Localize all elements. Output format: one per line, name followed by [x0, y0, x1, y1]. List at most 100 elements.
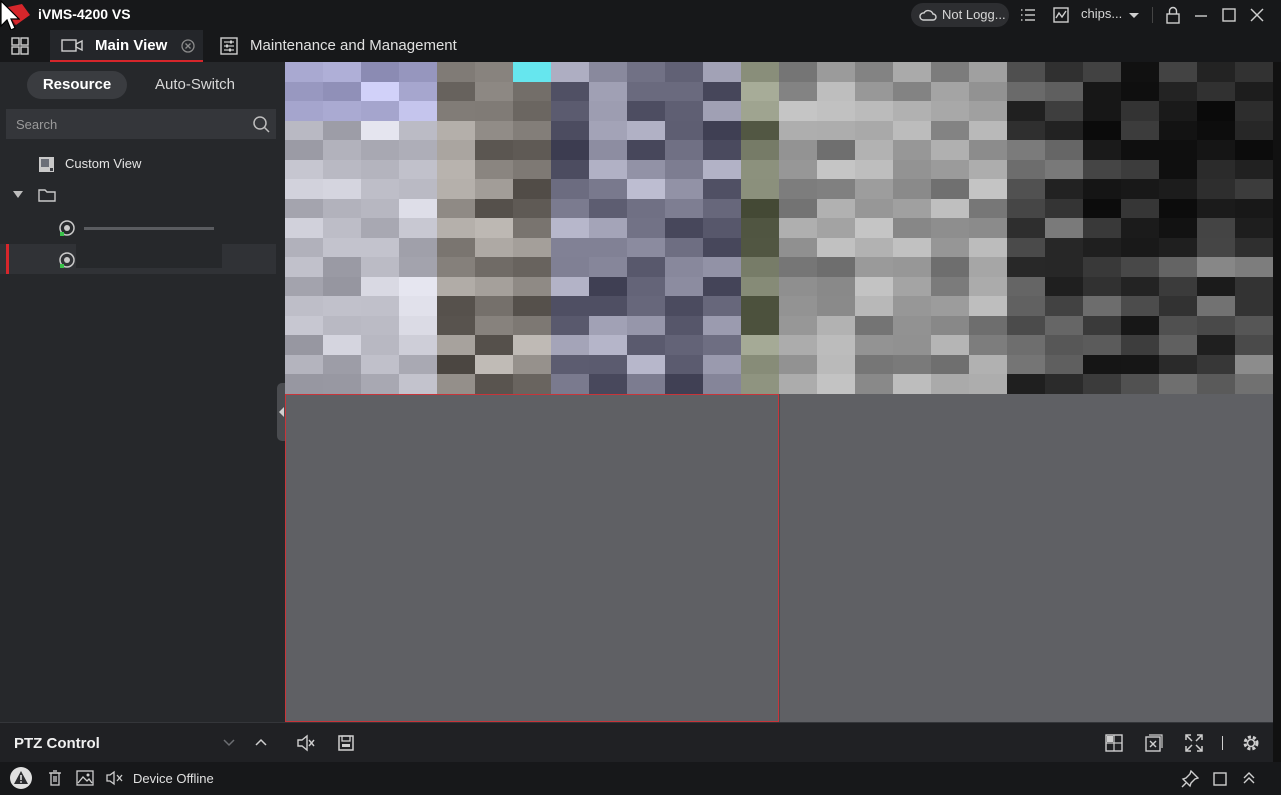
tree-item-custom-view[interactable]: Custom View	[0, 149, 276, 179]
video-mosaic-block	[589, 374, 627, 394]
double-chevron-up-icon[interactable]	[1241, 770, 1257, 786]
video-mosaic-block	[513, 62, 551, 82]
video-mosaic-block	[1235, 218, 1273, 238]
title-bar: iVMS-4200 VS Not Logg... chips...	[0, 0, 1281, 31]
video-mosaic-block	[779, 62, 817, 82]
warning-icon[interactable]	[9, 766, 33, 790]
video-mosaic-block	[665, 120, 703, 140]
video-mosaic-block	[627, 140, 665, 160]
module-grid-icon[interactable]	[11, 37, 29, 55]
tab-main-view[interactable]: Main View	[50, 30, 203, 62]
video-mosaic-block	[399, 179, 437, 199]
user-menu[interactable]: chips...	[1081, 6, 1122, 21]
video-camera-icon	[61, 39, 83, 52]
video-mosaic-block	[779, 179, 817, 199]
video-mosaic-block	[285, 237, 323, 257]
trash-icon[interactable]	[47, 770, 63, 786]
chevron-up-icon[interactable]	[254, 735, 268, 749]
video-mosaic-block	[285, 101, 323, 121]
video-mosaic-block	[437, 140, 475, 160]
video-mosaic-block	[893, 120, 931, 140]
video-mosaic-block	[1235, 315, 1273, 335]
search-icon[interactable]	[252, 115, 270, 133]
expand-arrow-icon[interactable]	[13, 191, 23, 199]
video-mosaic-block	[1007, 335, 1045, 355]
video-mosaic-block	[589, 140, 627, 160]
video-mosaic-block	[323, 179, 361, 199]
video-mosaic-block	[1159, 257, 1197, 277]
video-mosaic-block	[627, 354, 665, 374]
video-mosaic-block	[665, 374, 703, 394]
video-mosaic-block	[855, 62, 893, 82]
live-video-pane[interactable]	[285, 62, 1273, 394]
picture-icon[interactable]	[76, 770, 94, 786]
video-mosaic-block	[399, 140, 437, 160]
chevron-down-icon[interactable]	[1125, 6, 1143, 24]
segment-auto-switch[interactable]: Auto-Switch	[140, 71, 250, 99]
video-mosaic-block	[1007, 276, 1045, 296]
video-pane-empty[interactable]	[779, 394, 1273, 722]
tab-maintenance-label: Maintenance and Management	[250, 37, 457, 54]
login-status-button[interactable]: Not Logg...	[911, 3, 1009, 27]
video-mosaic-block	[931, 159, 969, 179]
window-icon[interactable]	[1212, 771, 1228, 787]
video-mosaic-block	[969, 237, 1007, 257]
video-mosaic-block	[779, 237, 817, 257]
video-mosaic-block	[323, 315, 361, 335]
video-mosaic-block	[1159, 374, 1197, 394]
video-mosaic-block	[285, 62, 323, 82]
maximize-icon[interactable]	[1220, 6, 1238, 24]
tree-item-camera-1[interactable]	[0, 212, 276, 242]
close-icon[interactable]	[1248, 6, 1266, 24]
video-mosaic-block	[665, 218, 703, 238]
lock-icon[interactable]	[1164, 6, 1182, 24]
video-mosaic-block	[1235, 62, 1273, 82]
video-mosaic-block	[1007, 257, 1045, 277]
video-mosaic-block	[323, 101, 361, 121]
video-mosaic-block	[1083, 62, 1121, 82]
video-mosaic-block	[1197, 374, 1235, 394]
audio-mute-icon[interactable]	[296, 733, 316, 753]
tree-item-camera-2-selected[interactable]	[0, 244, 276, 274]
save-icon[interactable]	[336, 733, 356, 753]
video-mosaic-block	[855, 218, 893, 238]
video-mosaic-block	[931, 335, 969, 355]
pin-icon[interactable]	[1181, 770, 1199, 788]
video-mosaic-block	[475, 198, 513, 218]
video-mosaic-block	[361, 257, 399, 277]
video-mosaic-block	[1121, 354, 1159, 374]
video-mosaic-block	[817, 315, 855, 335]
gear-icon[interactable]	[1241, 733, 1261, 753]
video-mosaic-block	[475, 276, 513, 296]
video-mosaic-block	[1007, 120, 1045, 140]
video-mosaic-block	[931, 179, 969, 199]
video-mosaic-block	[1007, 374, 1045, 394]
tab-close-icon[interactable]	[181, 39, 195, 53]
video-mosaic-block	[513, 140, 551, 160]
video-mosaic-block	[1121, 120, 1159, 140]
task-list-icon[interactable]	[1019, 6, 1037, 24]
close-all-windows-icon[interactable]	[1144, 733, 1164, 753]
speaker-mute-icon[interactable]	[106, 770, 124, 786]
tree-item-device-group[interactable]	[0, 180, 276, 210]
video-mosaic-block	[665, 296, 703, 316]
tab-maintenance[interactable]: Maintenance and Management	[218, 30, 478, 62]
video-mosaic-block	[1083, 354, 1121, 374]
ptz-control-bar[interactable]: PTZ Control	[0, 722, 285, 762]
minimize-icon[interactable]	[1192, 6, 1210, 24]
video-mosaic-block	[969, 257, 1007, 277]
video-mosaic-block	[893, 315, 931, 335]
segment-resource[interactable]: Resource	[27, 71, 127, 99]
chevron-down-icon[interactable]	[222, 736, 236, 750]
video-mosaic-block	[513, 296, 551, 316]
system-monitor-icon[interactable]	[1052, 6, 1070, 24]
video-pane-empty-selected[interactable]	[285, 394, 779, 722]
video-mosaic-block	[855, 315, 893, 335]
search-input[interactable]	[16, 114, 246, 134]
video-mosaic-block	[513, 179, 551, 199]
fullscreen-icon[interactable]	[1184, 733, 1204, 753]
video-mosaic-block	[1045, 159, 1083, 179]
video-mosaic-block	[817, 159, 855, 179]
video-mosaic-block	[969, 120, 1007, 140]
window-layout-icon[interactable]	[1104, 733, 1124, 753]
